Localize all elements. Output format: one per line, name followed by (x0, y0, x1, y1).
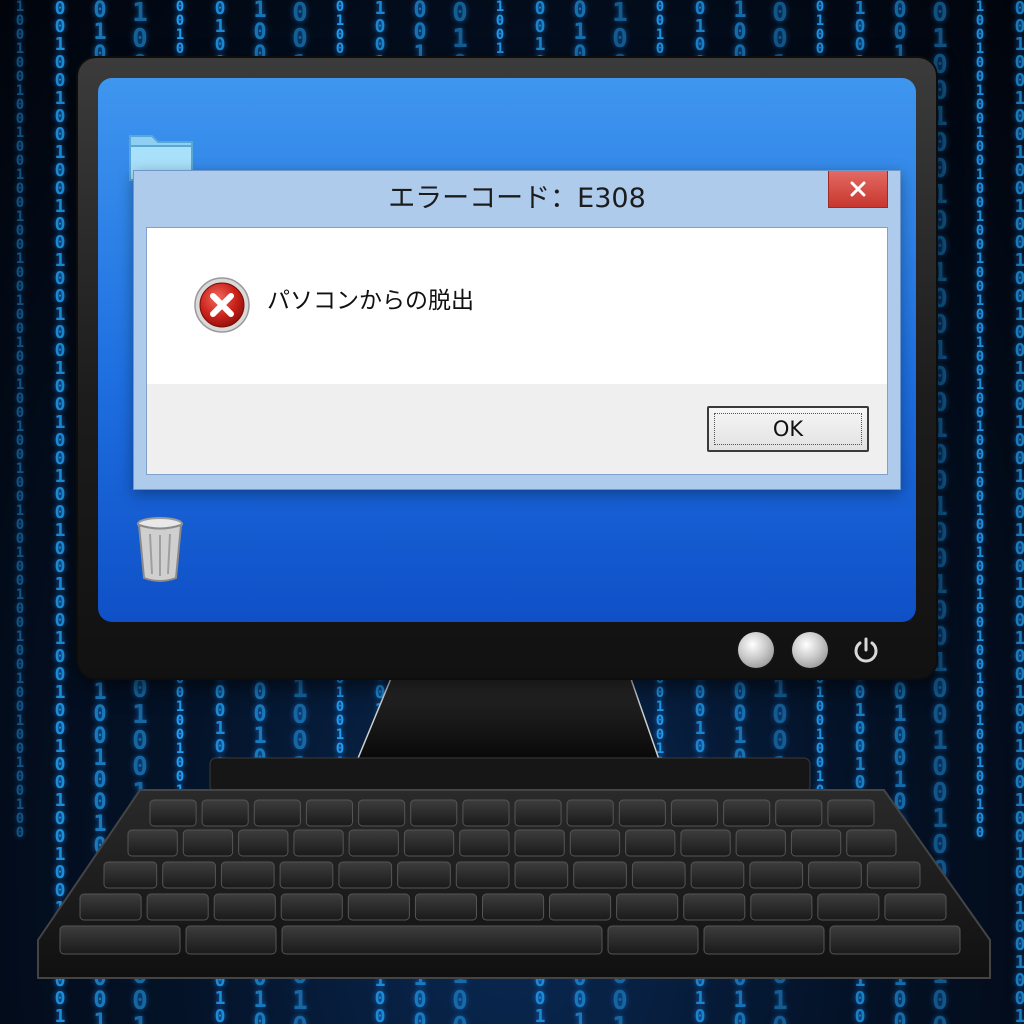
keyboard-key[interactable] (631, 861, 686, 889)
keyboard-key[interactable] (414, 893, 477, 921)
keyboard-key[interactable] (482, 893, 545, 921)
monitor-button-2[interactable] (792, 632, 828, 668)
keyboard-key[interactable] (514, 829, 565, 857)
keyboard-key[interactable] (182, 829, 234, 857)
keyboard-key[interactable] (338, 861, 393, 889)
keyboard-key[interactable] (281, 925, 603, 955)
keyboard-key[interactable] (866, 861, 921, 889)
keyboard-key[interactable] (566, 799, 614, 827)
keyboard-key[interactable] (884, 893, 947, 921)
keyboard-key[interactable] (607, 925, 699, 955)
keyboard-key[interactable] (146, 893, 209, 921)
keyboard-key[interactable] (149, 799, 197, 827)
keyboard-key[interactable] (238, 829, 289, 857)
keyboard-key[interactable] (817, 893, 880, 921)
button-area: OK (147, 384, 887, 474)
keyboard-key[interactable] (253, 799, 301, 827)
keyboard-key[interactable] (569, 829, 621, 857)
keyboard-key[interactable] (625, 829, 676, 857)
keyboard-key[interactable] (462, 799, 510, 827)
keyboard-key[interactable] (293, 829, 344, 857)
ok-button[interactable]: OK (707, 406, 869, 452)
keyboard-key[interactable] (683, 893, 746, 921)
keyboard-key[interactable] (410, 799, 458, 827)
keyboard-key[interactable] (347, 893, 410, 921)
keyboard-key[interactable] (403, 829, 455, 857)
keyboard-key[interactable] (103, 861, 158, 889)
keyboard-key[interactable] (397, 861, 451, 889)
keyboard-key[interactable] (846, 829, 897, 857)
keyboard-key[interactable] (790, 829, 842, 857)
keyboard-key[interactable] (127, 829, 178, 857)
keyboard-key[interactable] (358, 799, 406, 827)
message-area: パソコンからの脱出 (147, 228, 887, 384)
recycle-bin-icon[interactable] (134, 516, 186, 584)
monitor-button-1[interactable] (738, 632, 774, 668)
monitor-stand-base (209, 757, 811, 793)
keyboard-key[interactable] (185, 925, 277, 955)
keyboard-key[interactable] (459, 829, 510, 857)
error-x-icon (194, 277, 250, 333)
keyboard-key[interactable] (703, 925, 825, 955)
keyboard-key[interactable] (690, 861, 745, 889)
keyboard-key[interactable] (280, 893, 343, 921)
keyboard-key[interactable] (749, 861, 804, 889)
keyboard-key[interactable] (201, 799, 249, 827)
keyboard-key[interactable] (680, 829, 731, 857)
power-icon (854, 637, 878, 663)
keyboard-key[interactable] (514, 799, 562, 827)
keyboard-key[interactable] (305, 799, 353, 827)
dialog-body: パソコンからの脱出 OK (146, 227, 888, 475)
keyboard-key[interactable] (616, 893, 679, 921)
keyboard-key[interactable] (59, 925, 181, 955)
error-dialog: エラーコード：E308 パソコンからの脱出 OK (133, 170, 901, 490)
close-icon (850, 181, 866, 197)
dialog-title: エラーコード：E308 (388, 183, 646, 214)
keyboard-key[interactable] (162, 861, 216, 889)
keyboard-key[interactable] (829, 925, 961, 955)
keyboard-key[interactable] (514, 861, 569, 889)
ok-button-label: OK (772, 417, 804, 441)
keyboard-key[interactable] (220, 861, 275, 889)
keyboard-key[interactable] (549, 893, 612, 921)
keyboard-key[interactable] (79, 893, 142, 921)
keyboard-key[interactable] (723, 799, 771, 827)
keyboard-key[interactable] (213, 893, 276, 921)
keyboard-key[interactable] (750, 893, 813, 921)
keyboard-key[interactable] (775, 799, 823, 827)
keyboard-key[interactable] (735, 829, 786, 857)
keyboard-key[interactable] (670, 799, 719, 827)
monitor-stand-neck (352, 675, 664, 769)
close-button[interactable] (828, 171, 888, 208)
keyboard-key[interactable] (808, 861, 862, 889)
keyboard-key[interactable] (455, 861, 510, 889)
keyboard-key[interactable] (348, 829, 399, 857)
error-message: パソコンからの脱出 (267, 288, 474, 314)
keyboard-key[interactable] (279, 861, 334, 889)
keyboard-key[interactable] (573, 861, 627, 889)
power-button[interactable] (848, 632, 884, 668)
keyboard-key[interactable] (827, 799, 875, 827)
keyboard-key[interactable] (618, 799, 666, 827)
